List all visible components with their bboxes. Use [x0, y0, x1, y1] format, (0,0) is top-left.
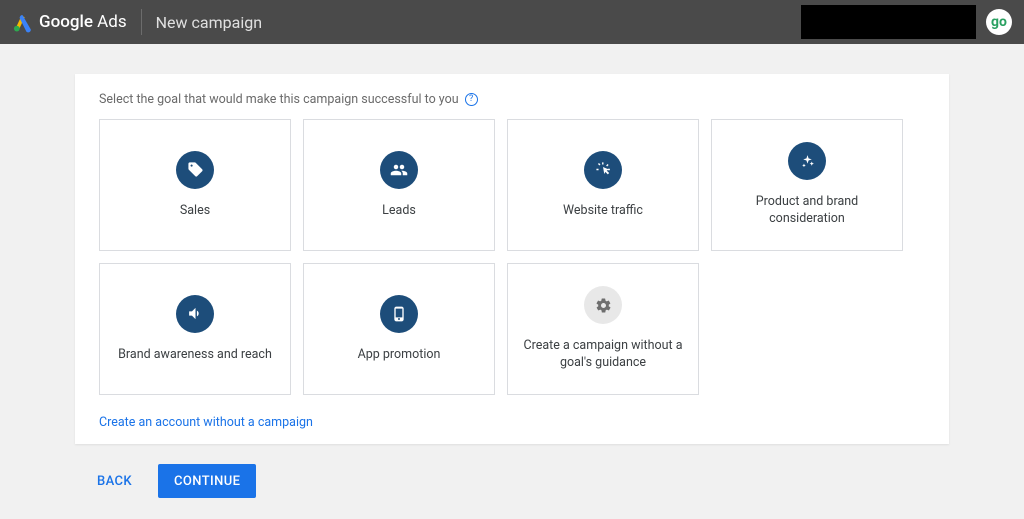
footer-actions: Back Continue	[75, 444, 949, 498]
goal-label: App promotion	[358, 347, 441, 364]
phone-icon	[380, 295, 418, 333]
goal-label: Sales	[180, 203, 210, 220]
goal-selection-card: Select the goal that would make this cam…	[75, 74, 949, 444]
brand-logo-group[interactable]: Google Ads	[12, 12, 127, 33]
goal-label: Product and brand consideration	[722, 194, 892, 228]
goal-label: Create a campaign without a goal's guida…	[518, 338, 688, 372]
prompt-row: Select the goal that would make this cam…	[99, 92, 925, 107]
people-icon	[380, 151, 418, 189]
goal-grid: Sales Leads Website traffic Product and …	[99, 119, 925, 395]
breadcrumb: New campaign	[156, 13, 262, 32]
create-account-without-campaign-link[interactable]: Create an account without a campaign	[99, 415, 925, 430]
account-selector[interactable]	[801, 5, 976, 39]
brand-text: Google Ads	[39, 12, 127, 32]
help-icon[interactable]: ?	[465, 93, 478, 106]
tag-icon	[176, 151, 214, 189]
divider	[141, 9, 142, 35]
goal-brand-awareness[interactable]: Brand awareness and reach	[99, 263, 291, 395]
cursor-click-icon	[584, 151, 622, 189]
content: Select the goal that would make this cam…	[0, 44, 1024, 498]
goal-label: Leads	[382, 203, 416, 220]
goal-label: Website traffic	[563, 203, 643, 220]
goal-website-traffic[interactable]: Website traffic	[507, 119, 699, 251]
goal-product-brand-consideration[interactable]: Product and brand consideration	[711, 119, 903, 251]
goal-app-promotion[interactable]: App promotion	[303, 263, 495, 395]
megaphone-icon	[176, 295, 214, 333]
back-button[interactable]: Back	[81, 464, 148, 498]
google-ads-logo-icon	[12, 12, 33, 33]
top-bar: Google Ads New campaign go	[0, 0, 1024, 44]
top-bar-right: go	[801, 5, 1012, 39]
gear-icon	[584, 286, 622, 324]
continue-button[interactable]: Continue	[158, 464, 256, 498]
goal-leads[interactable]: Leads	[303, 119, 495, 251]
sparkle-icon	[788, 142, 826, 180]
prompt-text: Select the goal that would make this cam…	[99, 92, 459, 107]
goal-sales[interactable]: Sales	[99, 119, 291, 251]
goal-label: Brand awareness and reach	[118, 347, 272, 364]
goal-no-guidance[interactable]: Create a campaign without a goal's guida…	[507, 263, 699, 395]
top-bar-left: Google Ads New campaign	[12, 9, 262, 35]
avatar[interactable]: go	[986, 9, 1012, 35]
